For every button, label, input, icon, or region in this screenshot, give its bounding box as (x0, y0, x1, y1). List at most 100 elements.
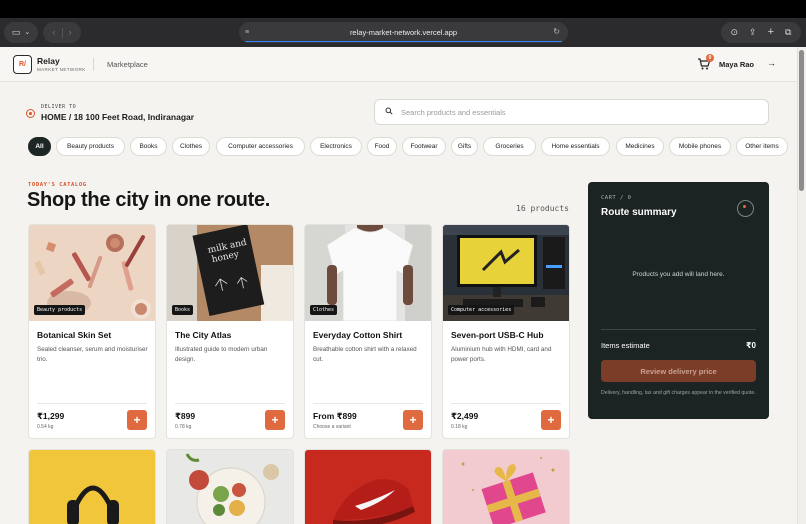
product-card[interactable] (442, 449, 570, 524)
product-name[interactable]: Seven-port USB-C Hub (451, 330, 544, 340)
brand-name[interactable]: Relay (37, 56, 60, 66)
review-delivery-price-button[interactable]: Review delivery price (601, 360, 756, 382)
cart-count-badge: 0 (706, 54, 714, 62)
header-divider (93, 58, 94, 71)
card-divider (451, 403, 561, 404)
address-bar[interactable]: ≡ relay-market-network.vercel.app ↻ (239, 22, 568, 43)
card-divider (37, 403, 147, 404)
user-name[interactable]: Maya Rao (719, 60, 754, 69)
nav-marketplace[interactable]: Marketplace (107, 60, 148, 69)
product-count: 16 products (516, 204, 569, 213)
cart-title: Route summary (601, 207, 677, 218)
sneaker-illustration (305, 450, 431, 524)
product-description: Illustrated guide to modern urban design… (175, 346, 268, 363)
url-text: relay-market-network.vercel.app (349, 28, 458, 37)
delivery-address[interactable]: HOME / 18 100 Feet Road, Indiranagar (41, 112, 194, 122)
chip-other-items[interactable]: Other items (736, 137, 788, 156)
browser-actions: ⊙ ⇪ + ⧉ (721, 22, 801, 43)
download-icon[interactable]: ⊙ (731, 28, 739, 37)
add-to-cart-button[interactable]: + (403, 410, 423, 430)
product-description: Aluminium hub with HDMI, card and power … (451, 346, 552, 363)
nav-divider (61, 27, 63, 38)
load-progress-bar (245, 40, 562, 42)
logo-mark[interactable]: R/ (13, 55, 32, 74)
site-header: R/ Relay MARKET NETWORK Marketplace 0 Ma… (0, 47, 797, 82)
add-to-cart-button[interactable]: + (265, 410, 285, 430)
chip-beauty-products[interactable]: Beauty products (56, 137, 125, 156)
product-name[interactable]: Everyday Cotton Shirt (313, 330, 402, 340)
chip-computer-accessories[interactable]: Computer accessories (216, 137, 305, 156)
gift-box-illustration (443, 450, 569, 524)
chip-gifts[interactable]: Gifts (451, 137, 478, 156)
product-weight: 0.78 kg (175, 424, 192, 430)
chip-food[interactable]: Food (367, 137, 397, 156)
product-description: Breathable cotton shirt with a relaxed c… (313, 346, 417, 363)
product-name[interactable]: The City Atlas (175, 330, 231, 340)
product-card[interactable] (304, 449, 432, 524)
product-weight: 0.18 kg (451, 424, 468, 430)
search-input[interactable]: Search products and essentials (374, 99, 769, 125)
product-card[interactable]: Computer accessories Seven-port USB-C Hu… (442, 224, 570, 439)
cart-divider (601, 329, 756, 330)
add-to-cart-button[interactable]: + (127, 410, 147, 430)
items-estimate-label: Items estimate (601, 341, 650, 350)
reload-icon[interactable]: ↻ (553, 27, 560, 36)
product-card[interactable] (28, 449, 156, 524)
share-icon[interactable]: ⇪ (749, 28, 757, 37)
history-nav: ‹ › (43, 22, 81, 43)
cart-panel: CART / 0 Route summary Products you add … (588, 182, 769, 419)
chip-mobile-phones[interactable]: Mobile phones (669, 137, 731, 156)
category-tag: Computer accessories (448, 305, 515, 315)
tabs-overview-icon[interactable]: ⧉ (785, 28, 791, 37)
product-price: ₹1,299 (37, 411, 65, 421)
product-image-sneaker[interactable] (305, 450, 431, 524)
product-description: Sealed cleanser, serum and moisturiser t… (37, 346, 148, 363)
cart-count-label: CART / 0 (601, 195, 632, 201)
cart-footnote: Delivery, handling, tax and gift charges… (601, 390, 756, 396)
product-name[interactable]: Botanical Skin Set (37, 330, 111, 340)
product-image-headphones[interactable] (29, 450, 155, 524)
product-price: From ₹899 (313, 411, 357, 421)
chip-clothes[interactable]: Clothes (172, 137, 210, 156)
headphones-illustration (29, 450, 155, 524)
cart-empty-message: Products you add will land here. (632, 271, 725, 278)
product-image-food[interactable] (167, 450, 293, 524)
chip-electronics[interactable]: Electronics (310, 137, 362, 156)
brand-subtitle: MARKET NETWORK (37, 67, 86, 72)
sidebar-toggle-button[interactable]: ▭ ⌄ (4, 22, 38, 43)
product-weight: 0.54 kg (37, 424, 54, 430)
product-card[interactable]: milk and honey Books The City Atlas Illu… (166, 224, 294, 439)
chevron-down-icon: ⌄ (24, 29, 31, 36)
food-bowl-illustration (167, 450, 293, 524)
add-to-cart-button[interactable]: + (541, 410, 561, 430)
location-pin-icon (26, 109, 35, 118)
chip-groceries[interactable]: Groceries (483, 137, 536, 156)
chip-home-essentials[interactable]: Home essentials (541, 137, 610, 156)
scrollbar-thumb[interactable] (799, 50, 804, 191)
deliver-to-label: DELIVER TO (41, 104, 77, 110)
category-tag: Clothes (310, 305, 338, 315)
product-card[interactable] (166, 449, 294, 524)
product-card[interactable]: Clothes Everyday Cotton Shirt Breathable… (304, 224, 432, 439)
back-icon[interactable]: ‹ (53, 28, 56, 37)
browser-toolbar: ▭ ⌄ ‹ › ≡ relay-market-network.vercel.ap… (0, 18, 806, 47)
catalog-kicker: TODAY'S CATALOG (28, 182, 87, 188)
chip-books[interactable]: Books (130, 137, 167, 156)
category-tag: Books (172, 305, 194, 315)
items-estimate-value: ₹0 (745, 341, 756, 350)
search-placeholder: Search products and essentials (401, 108, 506, 117)
new-tab-icon[interactable]: + (768, 27, 774, 38)
arrow-right-icon[interactable]: → (767, 58, 776, 68)
search-icon (385, 107, 393, 115)
card-divider (313, 403, 423, 404)
chip-medicines[interactable]: Medicines (616, 137, 664, 156)
product-image-gift[interactable] (443, 450, 569, 524)
product-price: ₹899 (175, 411, 196, 421)
system-menu-bar (0, 0, 806, 18)
card-divider (175, 403, 285, 404)
forward-icon[interactable]: › (69, 28, 72, 37)
chip-footwear[interactable]: Footwear (402, 137, 446, 156)
product-card[interactable]: Beauty products Botanical Skin Set Seale… (28, 224, 156, 439)
product-price: ₹2,499 (451, 411, 479, 421)
chip-all[interactable]: All (28, 137, 51, 156)
